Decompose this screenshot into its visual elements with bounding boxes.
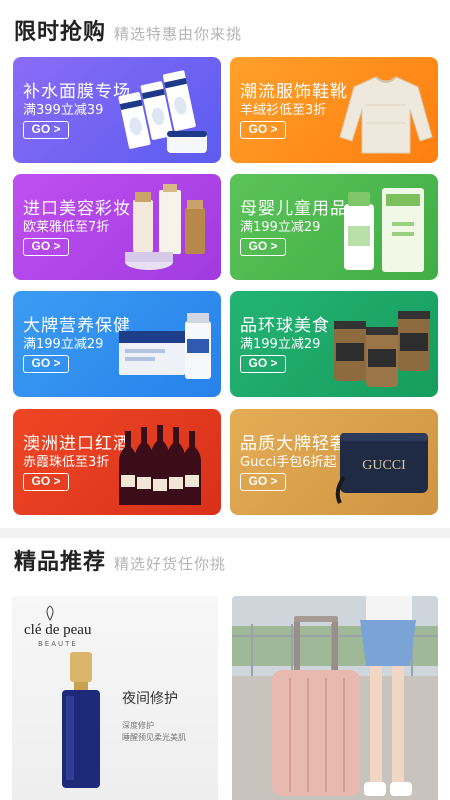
go-button[interactable]: GO > (23, 473, 69, 491)
baby-bottle-icon (344, 188, 424, 272)
promo-night-repair[interactable]: clé de peau BEAUTÉ 夜间修护 深度修护 睡醒预见柔光美肌 (12, 596, 218, 800)
supplement-icon (119, 313, 211, 379)
flash-card-apparel[interactable]: 潮流服饰鞋靴 羊绒衫低至3折 GO > (230, 57, 438, 163)
flash-sale-subtitle: 精选特惠由你来挑 (114, 25, 243, 43)
go-button[interactable]: GO > (23, 121, 69, 139)
brand-logo-icon (46, 605, 54, 621)
go-button[interactable]: GO > (240, 355, 286, 373)
brand-subline: BEAUTÉ (38, 640, 78, 648)
flash-sale-title: 限时抢购 (14, 20, 107, 45)
go-button[interactable]: GO > (240, 238, 286, 256)
promo-line-2: 睡醒预见柔光美肌 (122, 733, 186, 742)
card-subtitle: 欧莱雅低至7折 (23, 220, 110, 235)
recommend-title: 精品推荐 (14, 550, 107, 575)
nuts-jar-icon (334, 311, 430, 387)
promo-line-1: 深度修护 (122, 721, 154, 730)
promo-suitcase[interactable] (232, 596, 438, 800)
promo-title: 夜间修护 (122, 691, 178, 707)
card-subtitle: 赤霞珠低至3折 (23, 455, 110, 470)
brand-name: clé de peau (24, 622, 92, 638)
go-button[interactable]: GO > (23, 355, 69, 373)
serum-bottle-icon (62, 652, 100, 788)
clutch-bag-icon: GUCCI (335, 433, 428, 504)
go-button[interactable]: GO > (23, 238, 69, 256)
go-button[interactable]: GO > (240, 473, 286, 491)
flash-card-face-mask[interactable]: 补水面膜专场 满399立减39 GO > (13, 57, 221, 163)
svg-text:GUCCI: GUCCI (362, 458, 406, 473)
go-button[interactable]: GO > (240, 121, 286, 139)
flash-card-baby[interactable]: 母婴儿童用品 满199立减29 GO > (230, 174, 438, 280)
flash-card-supplements[interactable]: 大牌营养保健 满199立减29 GO > (13, 291, 221, 397)
card-subtitle: 满199立减29 (23, 337, 104, 352)
flash-card-luxury[interactable]: 品质大牌轻奢 Gucci手包6折起 GO > GUCCI (230, 409, 438, 515)
flash-card-food[interactable]: 品环球美食 满199立减29 GO > (230, 291, 438, 397)
recommend-header: 精品推荐 精选好货任你挑 (14, 544, 226, 576)
card-subtitle: 满199立减29 (240, 220, 321, 235)
card-subtitle: 满199立减29 (240, 337, 321, 352)
section-divider (0, 528, 450, 538)
card-subtitle: 满399立减39 (23, 103, 104, 118)
wine-bottle-icon (119, 425, 201, 505)
recommend-subtitle: 精选好货任你挑 (114, 555, 227, 573)
suitcase-icon (232, 596, 438, 800)
face-mask-icon (118, 70, 207, 153)
card-subtitle: 羊绒衫低至3折 (240, 103, 327, 118)
flash-card-cosmetics[interactable]: 进口美容彩妆 欧莱雅低至7折 GO > (13, 174, 221, 280)
cosmetics-icon (125, 184, 205, 270)
flash-sale-header: 限时抢购 精选特惠由你来挑 (14, 14, 242, 46)
sweater-icon (339, 76, 433, 154)
flash-card-wine[interactable]: 澳洲进口红酒 赤霞珠低至3折 GO > (13, 409, 221, 515)
card-subtitle: Gucci手包6折起 (240, 455, 337, 470)
